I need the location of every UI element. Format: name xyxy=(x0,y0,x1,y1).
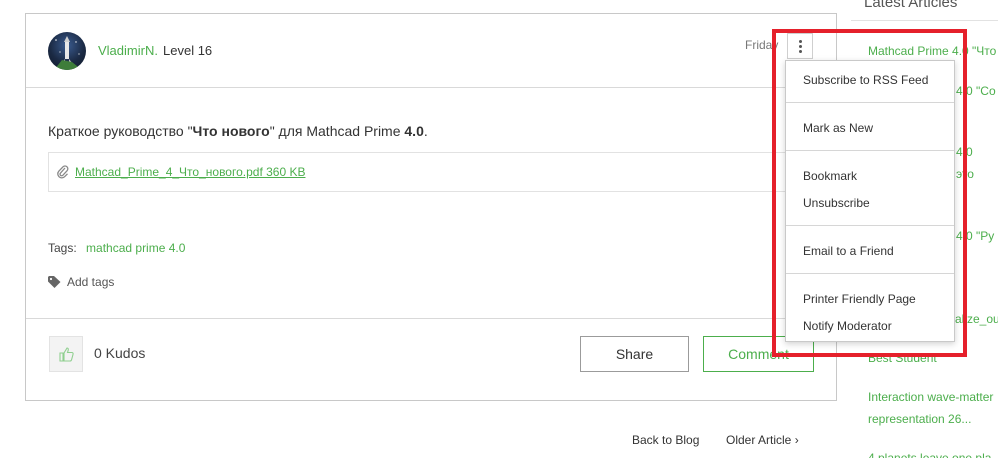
kudos-button[interactable] xyxy=(49,336,83,372)
tag-link[interactable]: mathcad prime 4.0 xyxy=(86,241,185,255)
post-header: VladimirN. Level 16 Friday xyxy=(26,14,836,88)
highlight-annotation xyxy=(772,29,967,357)
paperclip-icon xyxy=(57,165,69,179)
avatar[interactable] xyxy=(48,32,86,70)
tags-row: Tags: mathcad prime 4.0 xyxy=(48,241,185,255)
tags-label: Tags: xyxy=(48,241,77,255)
add-tags-button[interactable]: Add tags xyxy=(48,275,114,289)
post-body: Краткое руководство "Что нового" для Mat… xyxy=(48,123,428,139)
author-link[interactable]: VladimirN. xyxy=(98,43,158,58)
attachment-box: Mathcad_Prime_4_Что_нового.pdf 360 KB xyxy=(48,152,838,192)
older-article-link[interactable]: Older Article › xyxy=(726,433,799,447)
sidebar-article-link[interactable]: representation 26... xyxy=(868,408,971,430)
author-level: Level 16 xyxy=(163,43,213,58)
body-text-part: . xyxy=(423,123,428,139)
body-text-version: 4.0 xyxy=(404,123,424,139)
kudos-count: 0 Kudos xyxy=(94,345,146,361)
sidebar-title: Latest Articles xyxy=(864,0,958,11)
attachment-link[interactable]: Mathcad_Prime_4_Что_нового.pdf 360 KB xyxy=(75,165,305,179)
sidebar-article-link[interactable]: Interaction wave-matter xyxy=(868,386,993,408)
tag-icon xyxy=(48,276,61,288)
sidebar-article-link[interactable]: 4 planets leave one pla xyxy=(868,447,991,458)
body-text-part: " для Mathcad Prime xyxy=(269,123,405,139)
back-to-blog-link[interactable]: Back to Blog xyxy=(632,433,699,447)
add-tags-label: Add tags xyxy=(67,275,115,289)
sidebar-rule xyxy=(851,20,998,21)
thumbs-up-icon xyxy=(59,347,74,362)
share-button[interactable]: Share xyxy=(580,336,689,372)
blog-post-card: VladimirN. Level 16 Friday Краткое руков… xyxy=(25,13,838,401)
body-text-part: Краткое руководство " xyxy=(48,123,193,139)
footer-divider xyxy=(26,318,836,319)
body-text-bold: Что нового xyxy=(192,123,270,139)
